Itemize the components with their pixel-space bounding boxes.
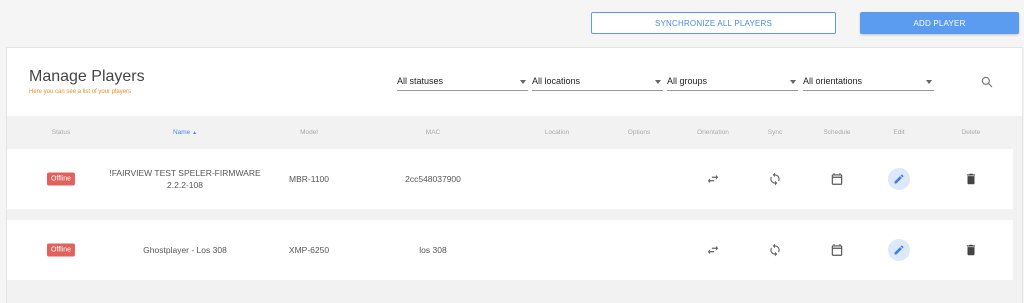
trash-icon[interactable] — [964, 172, 978, 186]
column-header-options: Options — [627, 129, 651, 136]
column-header-delete: Delete — [961, 129, 981, 136]
edit-button[interactable] — [888, 239, 910, 261]
sync-icon[interactable] — [768, 243, 782, 257]
chevron-down-icon — [655, 80, 661, 84]
column-header-name[interactable]: Name ▲ — [173, 129, 197, 136]
column-header-sync: Sync — [767, 129, 783, 136]
sync-icon[interactable] — [768, 172, 782, 186]
calendar-icon[interactable] — [830, 243, 844, 257]
column-header-schedule: Schedule — [823, 129, 851, 136]
status-filter-value: All statuses — [397, 76, 444, 86]
table-row: Offline Ghostplayer - Los 308 XMP-6250 l… — [7, 220, 1013, 280]
player-name: !FAIRVIEW TEST SPELER-FIRMWARE 2.2.2-108 — [109, 168, 261, 190]
page-subtitle: Here you can see a list of your players — [29, 89, 132, 95]
column-header-name-label: Name — [172, 129, 191, 136]
location-filter-value: All locations — [532, 76, 581, 86]
pencil-icon — [894, 174, 904, 184]
chevron-down-icon — [926, 80, 932, 84]
add-player-button[interactable]: ADD PLAYER — [860, 12, 1019, 34]
column-header-edit: Edit — [893, 129, 905, 136]
search-icon[interactable] — [980, 75, 994, 89]
column-header-model[interactable]: Model — [300, 129, 318, 136]
location-filter-select[interactable]: All locations — [532, 73, 663, 91]
status-badge: Offline — [46, 243, 76, 257]
edit-button[interactable] — [888, 168, 910, 190]
group-filter-value: All groups — [667, 76, 708, 86]
player-model: XMP-6250 — [288, 245, 330, 255]
player-mac: 2cc548037900 — [405, 174, 461, 184]
status-badge: Offline — [46, 172, 76, 186]
calendar-icon[interactable] — [830, 172, 844, 186]
table-row: Offline !FAIRVIEW TEST SPELER-FIRMWARE 2… — [7, 149, 1013, 209]
sort-ascending-icon: ▲ — [192, 130, 198, 136]
orientation-filter-value: All orientations — [803, 76, 863, 86]
column-header-location[interactable]: Location — [545, 129, 570, 136]
pencil-icon — [894, 245, 904, 255]
player-name: Ghostplayer - Los 308 — [143, 245, 227, 255]
column-header-mac[interactable]: MAC — [426, 129, 440, 136]
column-header-status[interactable]: Status — [52, 129, 70, 136]
manage-players-card: Manage Players Here you can see a list o… — [6, 47, 1023, 303]
chevron-down-icon — [520, 80, 526, 84]
chevron-down-icon — [790, 80, 796, 84]
trash-icon[interactable] — [964, 243, 978, 257]
group-filter-select[interactable]: All groups — [667, 73, 798, 91]
status-filter-select[interactable]: All statuses — [397, 73, 528, 91]
swap-orientation-icon[interactable] — [706, 172, 720, 186]
orientation-filter-select[interactable]: All orientations — [803, 73, 934, 91]
page-title: Manage Players — [29, 68, 145, 85]
column-header-orientation: Orientation — [697, 129, 729, 136]
swap-orientation-icon[interactable] — [706, 243, 720, 257]
player-mac: los 308 — [419, 245, 447, 255]
synchronize-all-players-button[interactable]: Synchronize all players — [591, 12, 836, 34]
players-table: Status Name ▲ Model MAC Location Options… — [7, 116, 1022, 303]
player-model: MBR-1100 — [289, 174, 329, 184]
